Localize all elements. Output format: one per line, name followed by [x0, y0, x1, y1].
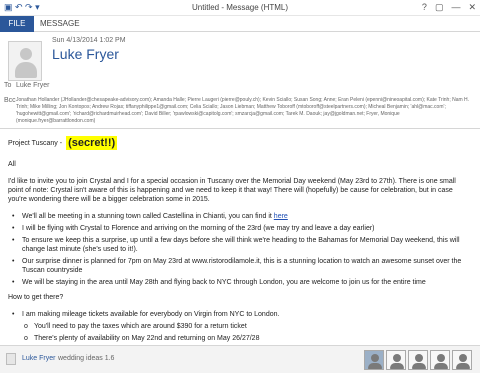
people-pane-desc: wedding ideas 1.6 [58, 355, 115, 362]
people-avatars [364, 350, 472, 370]
here-link[interactable]: here [274, 213, 288, 220]
people-pane-name[interactable]: Luke Fryer [22, 355, 55, 362]
person-icon[interactable] [386, 350, 406, 370]
sender-name[interactable]: Luke Fryer [52, 46, 119, 62]
details-list: We'll all be meeting in a stunning town … [8, 212, 472, 287]
message-header: Sun 4/13/2014 1:02 PM Luke Fryer To Luke… [0, 33, 480, 129]
help-icon[interactable]: ? [422, 2, 427, 13]
person-icon[interactable] [430, 350, 450, 370]
list-item: You'll need to pay the taxes which are a… [8, 322, 472, 331]
to-recipient[interactable]: Luke Fryer [16, 82, 49, 89]
people-pane: Luke Fryer wedding ideas 1.6 [0, 345, 480, 373]
title-bar: ▣ ↶ ↷ ▾ Untitled - Message (HTML) ? ▢ — … [0, 0, 480, 16]
tab-message[interactable]: MESSAGE [40, 16, 80, 32]
restore-icon[interactable]: ▢ [435, 2, 444, 13]
greeting: All [8, 161, 16, 168]
contact-card-icon [6, 353, 16, 365]
bcc-recipients[interactable]: Jonathan Hollander (JHollander@chesapeak… [16, 97, 472, 125]
how-to-sublist: You'll need to pay the taxes which are a… [8, 322, 472, 343]
subject-prefix: Project Tuscany - [8, 139, 63, 147]
person-icon[interactable] [408, 350, 428, 370]
list-item: I am making mileage tickets available fo… [8, 310, 472, 319]
tab-file[interactable]: FILE [0, 16, 34, 32]
list-item: Our surprise dinner is planned for 7pm o… [8, 257, 472, 275]
window-title: Untitled - Message (HTML) [191, 3, 289, 12]
list-item: We'll all be meeting in a stunning town … [8, 212, 472, 221]
window-controls: ? ▢ — ✕ [422, 2, 476, 13]
list-item: I will be flying with Crystal to Florenc… [8, 224, 472, 233]
subject-highlight: (secret!!) [66, 136, 118, 150]
message-body: Project Tuscany - (secret!!) All I'd lik… [8, 136, 472, 346]
message-date: Sun 4/13/2014 1:02 PM [52, 37, 126, 44]
close-icon[interactable]: ✕ [468, 2, 476, 13]
avatar [8, 41, 42, 81]
how-to-list: I am making mileage tickets available fo… [8, 310, 472, 319]
how-to-heading: How to get there? [8, 294, 64, 301]
bcc-label: Bcc [4, 97, 16, 104]
person-icon[interactable] [452, 350, 472, 370]
body-subject: Project Tuscany - (secret!!) [8, 136, 472, 150]
list-item: To ensure we keep this a surprise, up un… [8, 236, 472, 254]
list-item: There's plenty of availability on May 22… [8, 334, 472, 343]
to-label: To [4, 82, 12, 89]
minimize-icon[interactable]: — [451, 2, 460, 13]
header-divider [0, 128, 480, 129]
ribbon: FILE MESSAGE [0, 16, 480, 32]
list-item: We will be staying in the area until May… [8, 278, 472, 287]
person-icon[interactable] [364, 350, 384, 370]
intro-paragraph: I'd like to invite you to join Crystal a… [8, 178, 456, 203]
